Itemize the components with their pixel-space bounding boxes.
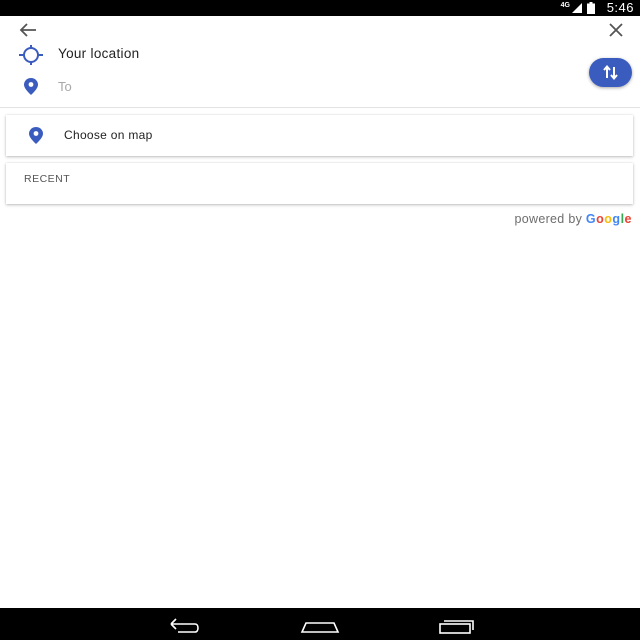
- network-type-label: 4G: [560, 2, 570, 9]
- status-bar: 4G 5:46: [0, 0, 640, 16]
- signal-icon: [572, 3, 582, 13]
- attribution-prefix: powered by: [514, 212, 583, 226]
- battery-icon: [587, 2, 595, 14]
- google-logo: Google: [586, 212, 632, 226]
- place-pin-icon: [24, 78, 38, 95]
- my-location-icon: [19, 45, 43, 65]
- system-nav-bar: [0, 608, 640, 640]
- nav-back-icon[interactable]: [164, 615, 204, 635]
- nav-recents-icon[interactable]: [436, 615, 478, 635]
- google-letter: g: [612, 212, 621, 226]
- arrow-left-icon: [19, 23, 36, 37]
- destination-input[interactable]: [58, 76, 458, 96]
- choose-on-map-label: Choose on map: [64, 128, 153, 142]
- place-pin-icon: [29, 127, 43, 144]
- recent-header: RECENT: [24, 173, 71, 185]
- google-letter: G: [585, 212, 597, 226]
- clock: 5:46: [606, 0, 634, 15]
- swap-vertical-icon: [603, 64, 618, 81]
- close-button[interactable]: [606, 22, 626, 38]
- directions-header: Your location: [0, 16, 640, 108]
- google-letter: e: [624, 212, 632, 226]
- origin-field[interactable]: Your location: [58, 46, 139, 61]
- recent-section: RECENT: [6, 163, 633, 204]
- close-icon: [609, 23, 623, 37]
- choose-on-map-item[interactable]: Choose on map: [6, 115, 633, 156]
- nav-home-icon[interactable]: [299, 615, 341, 635]
- swap-directions-button[interactable]: [589, 58, 632, 87]
- powered-by-google: powered by Google: [515, 212, 633, 226]
- back-button[interactable]: [16, 22, 40, 38]
